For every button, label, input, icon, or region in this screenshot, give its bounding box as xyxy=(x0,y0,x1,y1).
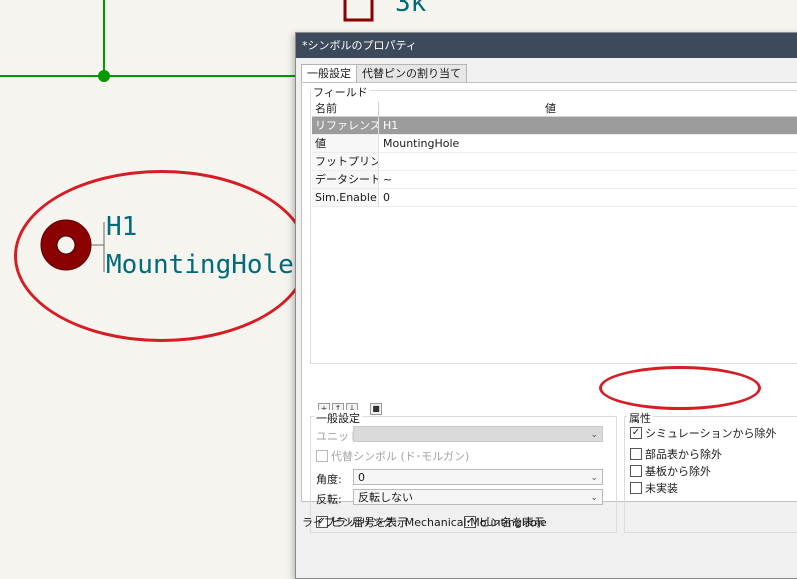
attributes-label: 属性 xyxy=(627,410,653,426)
field-value[interactable]: H1 xyxy=(379,117,797,134)
fields-grid: リファレンス H1 値 MountingHole フットプリント データシート … xyxy=(312,117,797,207)
junction-dot xyxy=(98,70,110,82)
checkbox-box xyxy=(630,482,642,494)
dialog-title[interactable]: *シンボルのプロパティ xyxy=(296,33,797,58)
column-header-value[interactable]: 値 xyxy=(379,102,797,116)
field-row-value[interactable]: 値 MountingHole xyxy=(312,135,797,153)
chevron-down-icon: ⌄ xyxy=(590,430,598,440)
tab-panel-general: フィールド 名前 値 リファレンス H1 値 MountingHole フットプ… xyxy=(301,82,797,533)
exclude-board-checkbox[interactable]: 基板から除外 xyxy=(630,463,711,479)
delete-field-icon[interactable]: ■ xyxy=(370,403,382,415)
dnp-label: 未実装 xyxy=(645,482,678,495)
exclude-bom-checkbox[interactable]: 部品表から除外 xyxy=(630,446,722,462)
check-icon: ✓ xyxy=(630,427,642,439)
dialog-tabs: 一般設定 代替ピンの割り当て xyxy=(301,64,467,84)
unit-select[interactable]: ⌄ xyxy=(353,426,603,442)
checkbox-box xyxy=(630,448,642,460)
chevron-down-icon: ⌄ xyxy=(590,493,598,503)
exclude-bom-label: 部品表から除外 xyxy=(645,448,722,461)
field-name: Sim.Enable xyxy=(312,189,379,206)
annotation-ellipse-symbol xyxy=(14,170,309,342)
angle-select[interactable]: 0 ⌄ xyxy=(353,469,603,485)
mirror-label: 反転: xyxy=(316,493,342,506)
angle-value: 0 xyxy=(358,471,365,484)
field-name: 値 xyxy=(312,135,379,152)
symbol-properties-dialog: *シンボルのプロパティ 一般設定 代替ピンの割り当て フィールド 名前 値 リフ… xyxy=(295,32,797,579)
mirror-value: 反転しない xyxy=(358,491,413,504)
field-row-footprint[interactable]: フットプリント xyxy=(312,153,797,171)
chevron-down-icon: ⌄ xyxy=(590,473,598,483)
field-value[interactable]: 0 xyxy=(379,189,797,206)
fields-group-label: フィールド xyxy=(311,84,370,100)
field-value[interactable]: MountingHole xyxy=(379,135,797,152)
general-settings-label: 一般設定 xyxy=(314,410,362,426)
field-name: フットプリント xyxy=(312,153,379,170)
exclude-board-label: 基板から除外 xyxy=(645,465,711,478)
dnp-checkbox[interactable]: 未実装 xyxy=(630,480,678,496)
library-link-value: Mechanical:MountingHole xyxy=(404,516,547,529)
mirror-select[interactable]: 反転しない ⌄ xyxy=(353,489,603,505)
alternate-symbol-checkbox[interactable]: 代替シンボル (ド･モルガン) xyxy=(316,448,469,464)
field-value[interactable] xyxy=(379,153,797,170)
exclude-simulation-label: シミュレーションから除外 xyxy=(645,427,777,440)
column-header-name[interactable]: 名前 xyxy=(312,102,379,116)
tab-alternate-pins[interactable]: 代替ピンの割り当て xyxy=(356,64,467,83)
resistor-value-text[interactable]: 3k xyxy=(395,0,426,18)
library-link-row: ライブラリ リンク: Mechanical:MountingHole xyxy=(302,514,547,530)
fields-grid-header: 名前 値 xyxy=(312,102,797,117)
field-row-datasheet[interactable]: データシート ~ xyxy=(312,171,797,189)
angle-label: 角度: xyxy=(316,473,342,486)
field-name: データシート xyxy=(312,171,379,188)
tab-general[interactable]: 一般設定 xyxy=(301,64,357,84)
field-value[interactable]: ~ xyxy=(379,171,797,188)
field-row-sim-enable[interactable]: Sim.Enable 0 xyxy=(312,189,797,207)
library-link-label: ライブラリ リンク: xyxy=(302,516,398,529)
checkbox-box xyxy=(316,450,328,462)
resistor-symbol xyxy=(343,0,374,22)
exclude-simulation-checkbox[interactable]: ✓ シミュレーションから除外 xyxy=(630,425,777,441)
field-name: リファレンス xyxy=(312,117,379,134)
field-row-reference[interactable]: リファレンス H1 xyxy=(312,117,797,135)
checkbox-box xyxy=(630,465,642,477)
alternate-symbol-label: 代替シンボル (ド･モルガン) xyxy=(331,450,470,463)
annotation-ellipse-attribute xyxy=(599,366,761,410)
